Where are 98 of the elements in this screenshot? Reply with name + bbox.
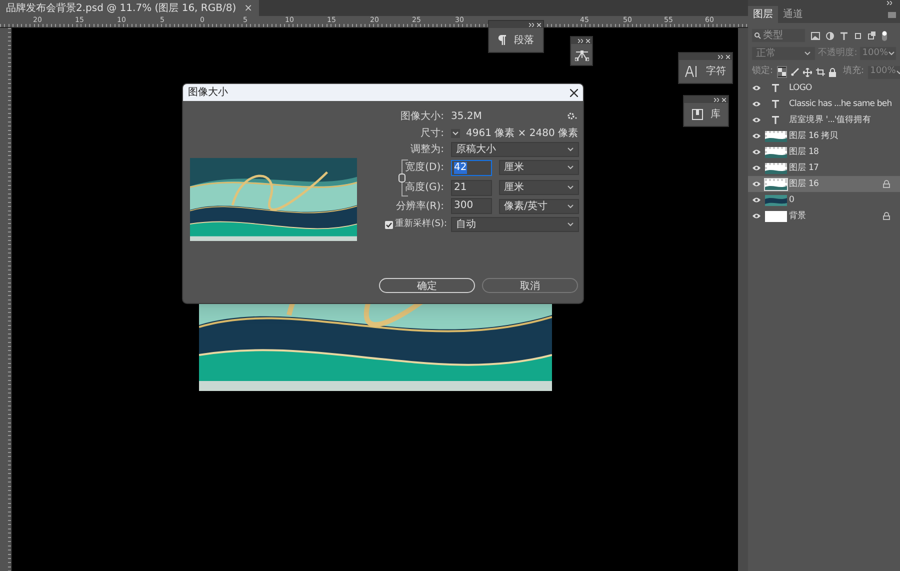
eye-icon[interactable] (752, 165, 760, 171)
lock-label: 锁定: (752, 65, 774, 78)
eye-icon[interactable] (752, 213, 760, 219)
search-field[interactable]: 类型 (752, 29, 805, 42)
field-label: 分辨率(R): (394, 200, 445, 214)
layer-row[interactable]: 背景 (748, 208, 900, 224)
resample-dropdown[interactable]: 自动 (451, 217, 579, 232)
shape-icon[interactable] (854, 32, 862, 40)
dropdown-icon[interactable] (451, 128, 460, 138)
image-filter-icon[interactable] (811, 32, 820, 40)
layer-row[interactable]: 居室境界 '...'值得拥有 (748, 112, 900, 128)
collapse-icon[interactable] (718, 54, 723, 58)
eye-icon[interactable] (752, 149, 760, 155)
input-field[interactable]: 42 (451, 160, 492, 176)
caret-icon (567, 146, 574, 152)
close-icon[interactable] (570, 88, 578, 96)
field-label: 高度(G): (404, 180, 445, 195)
type-icon[interactable] (840, 32, 848, 40)
layer-name: 0 (789, 194, 796, 206)
eye-icon[interactable] (752, 85, 760, 91)
layer-thumbnail (764, 210, 786, 222)
resample-label: 重新采样(S): (395, 218, 447, 231)
caret-icon (567, 185, 574, 190)
fit-dropdown[interactable]: 原稿大小 (451, 142, 579, 156)
checkerboard-lock-button[interactable] (777, 66, 788, 78)
dialog-button[interactable]: 确定 (379, 278, 475, 293)
character-icon[interactable] (685, 66, 698, 77)
panel-label[interactable]: 段落 (514, 32, 534, 48)
document-tab[interactable]: 品牌发布会背景2.psd @ 11.7% (图层 16, RGB/8) × (0, 0, 258, 16)
fit-label: 调整为: (410, 142, 445, 156)
eye-icon[interactable] (752, 133, 760, 139)
field-label: 宽度(D): (404, 160, 445, 175)
vertical-scrollbar[interactable] (738, 28, 748, 571)
dialog-title: 图像大小 (188, 86, 228, 100)
layer-name: Classic has ...he same beh (789, 98, 893, 110)
layer-row[interactable]: 图层 16 (748, 176, 900, 192)
eye-icon[interactable] (752, 117, 760, 123)
caret-icon (567, 204, 574, 208)
checkbox[interactable] (385, 220, 393, 228)
close-button[interactable]: × (244, 0, 252, 16)
type-icon (772, 116, 779, 124)
panel-tab[interactable]: 图层 (748, 6, 778, 23)
layer-row[interactable]: LOGO (748, 80, 900, 96)
unit-dropdown[interactable]: 厘米 (499, 160, 579, 175)
size-label: 图像大小: (400, 110, 445, 124)
layer-row[interactable]: 图层 16 拷贝 (748, 128, 900, 144)
panel-label[interactable]: 字符 (706, 64, 726, 79)
eye-icon[interactable] (752, 101, 760, 107)
eye-icon[interactable] (752, 197, 760, 203)
layer-name: 图层 17 (789, 162, 820, 174)
size-value: 35.2M (451, 110, 482, 124)
caret-icon (804, 51, 812, 56)
caret-icon (567, 165, 574, 170)
unit-dropdown[interactable]: 厘米 (499, 180, 579, 195)
brush-lock-button[interactable] (791, 66, 800, 78)
toggle-icon[interactable] (882, 30, 887, 40)
dialog-button[interactable]: 取消 (482, 278, 578, 293)
layer-name: 图层 18 (789, 146, 820, 158)
collapse-icon[interactable] (578, 38, 583, 42)
eye-icon[interactable] (752, 181, 760, 187)
type-icon (772, 100, 779, 108)
layer-thumbnail (764, 162, 786, 174)
layer-name: 图层 16 (789, 178, 820, 190)
input-field[interactable]: 300 (451, 198, 492, 214)
layer-name: LOGO (789, 82, 813, 94)
collapse-icon[interactable] (714, 98, 719, 102)
layer-thumbnail (764, 130, 786, 142)
caret-icon (888, 51, 895, 56)
collapse-icon[interactable] (529, 22, 534, 26)
book-icon[interactable] (692, 109, 702, 120)
layer-row[interactable]: Classic has ...he same beh (748, 96, 900, 112)
dimensions-value: 4961 像素 × 2480 像素 (466, 126, 578, 140)
artboard-lock-button[interactable] (816, 66, 826, 78)
layer-name: 背景 (789, 210, 808, 222)
layer-row[interactable]: 图层 18 (748, 144, 900, 160)
layer-thumbnail (764, 194, 786, 206)
layer-name: 居室境界 '...'值得拥有 (789, 114, 872, 126)
pilcrow-icon[interactable] (498, 35, 506, 45)
caret-icon (567, 222, 574, 227)
lock-lock-button[interactable] (829, 66, 836, 78)
layer-thumbnail (764, 178, 786, 190)
layer-name: 图层 16 拷贝 (789, 130, 840, 142)
fill-label: 填充: (843, 65, 864, 78)
half-circle-icon[interactable] (826, 32, 834, 40)
dimensions-label: 尺寸: (420, 126, 445, 140)
unit-dropdown[interactable]: 像素/英寸 (499, 198, 579, 214)
collapse-icon[interactable] (887, 1, 892, 5)
input-field[interactable]: 21 (451, 180, 492, 196)
gear-icon[interactable] (567, 112, 577, 120)
pen-path-icon[interactable] (574, 48, 588, 60)
panel-label[interactable]: 库 (710, 107, 720, 122)
layer-row[interactable]: 0 (748, 192, 900, 208)
smart-object-icon[interactable] (868, 31, 876, 40)
panel-tab[interactable]: 通道 (778, 6, 808, 23)
move-lock-button[interactable] (803, 66, 812, 78)
layer-thumbnail (764, 146, 786, 158)
search-icon (754, 32, 761, 39)
type-icon (772, 84, 779, 92)
